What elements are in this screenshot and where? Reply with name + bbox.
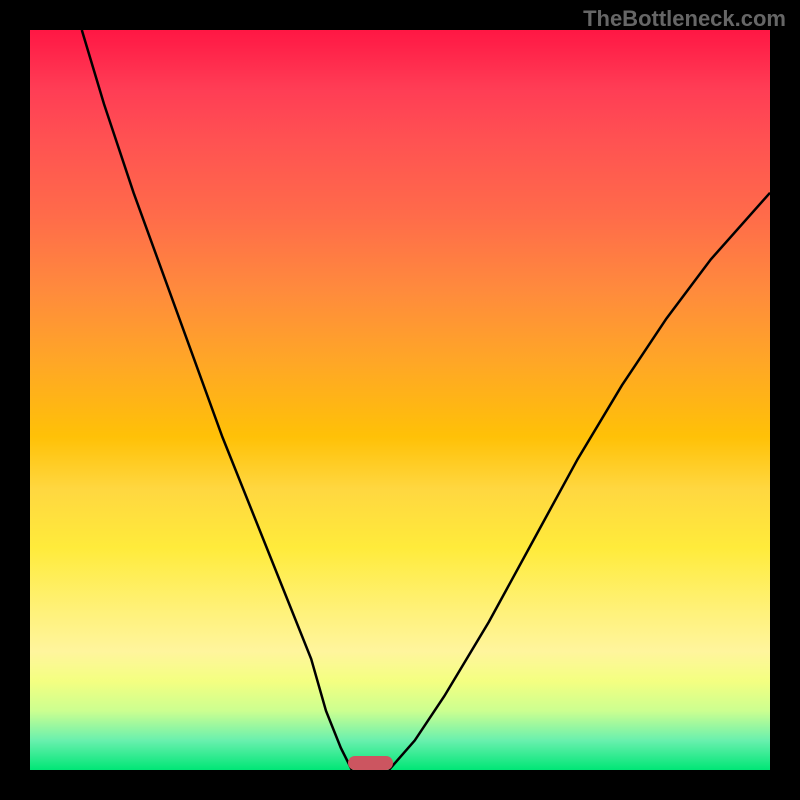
chart-plot-area <box>30 30 770 770</box>
bottleneck-curve-right <box>389 193 770 770</box>
optimal-range-marker <box>348 756 392 770</box>
watermark-label: TheBottleneck.com <box>583 6 786 32</box>
bottleneck-curve-left <box>82 30 352 770</box>
chart-curves-svg <box>30 30 770 770</box>
